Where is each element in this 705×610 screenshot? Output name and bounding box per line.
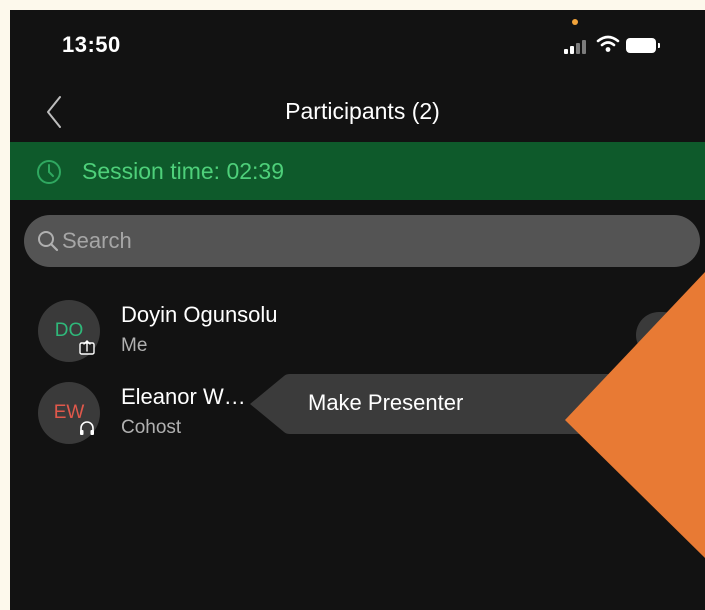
phone-screen: 13:50 Participants (2) Session time: 02:… [10,10,705,610]
orange-pointer-arrow [565,272,705,558]
